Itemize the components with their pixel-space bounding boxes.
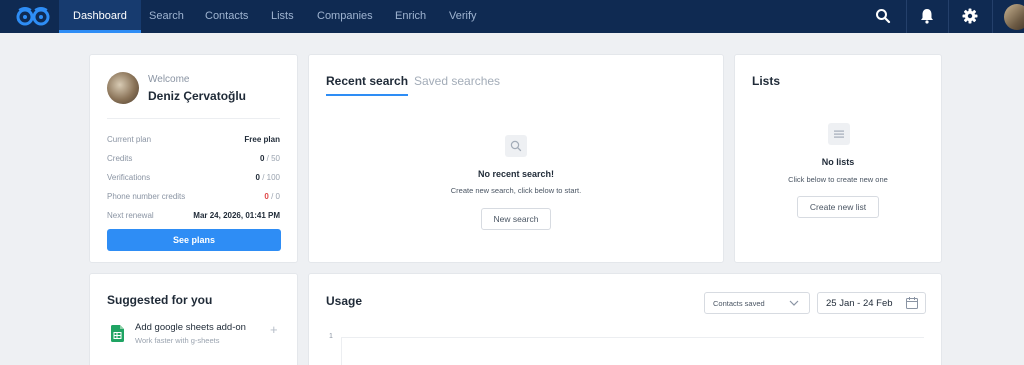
tab-saved-searches[interactable]: Saved searches	[414, 74, 500, 88]
search-icon	[505, 135, 527, 157]
nav-lists[interactable]: Lists	[271, 0, 294, 33]
empty-state-title: No lists	[821, 157, 855, 167]
bell-icon[interactable]	[918, 7, 936, 25]
usage-card: Usage Contacts saved 25 Jan - 24 Feb 1	[308, 273, 942, 365]
metric-dropdown[interactable]: Contacts saved	[704, 292, 810, 314]
stat-phone-credits: Phone number credits 0 / 0	[107, 192, 280, 204]
date-range-value: 25 Jan - 24 Feb	[826, 298, 893, 309]
new-search-button[interactable]: New search	[481, 208, 551, 230]
lists-card: Lists No lists Click below to create new…	[734, 54, 942, 263]
stat-value: 0 / 0	[264, 192, 280, 201]
welcome-label: Welcome	[148, 74, 190, 85]
tab-recent-search[interactable]: Recent search	[326, 74, 409, 96]
stat-value: 0 / 100	[256, 173, 280, 182]
stat-current-plan: Current plan Free plan	[107, 135, 280, 147]
date-range-picker[interactable]: 25 Jan - 24 Feb	[817, 292, 926, 314]
nav-enrich[interactable]: Enrich	[395, 0, 426, 33]
stat-verifications: Verifications 0 / 100	[107, 173, 280, 185]
divider	[107, 118, 280, 119]
suggestion-subtitle: Work faster with g-sheets	[135, 336, 220, 345]
recent-search-card: Recent search Saved searches No recent s…	[308, 54, 724, 263]
stat-label: Current plan	[107, 135, 152, 144]
user-name: Deniz Çervatoğlu	[148, 89, 247, 103]
user-avatar[interactable]	[1004, 4, 1024, 30]
stat-label: Phone number credits	[107, 192, 186, 201]
list-icon	[828, 123, 850, 145]
logo-icon[interactable]	[16, 6, 50, 27]
avatar	[107, 72, 139, 104]
stat-label: Verifications	[107, 173, 151, 182]
suggestion-title[interactable]: Add google sheets add-on	[135, 322, 246, 333]
nav-divider	[906, 0, 907, 33]
suggested-card: Suggested for you Add google sheets add-…	[89, 273, 298, 365]
chart-gridline	[341, 337, 924, 338]
dropdown-value: Contacts saved	[713, 299, 765, 308]
stat-label: Credits	[107, 154, 133, 163]
add-plus-icon[interactable]: +	[270, 323, 278, 336]
stat-label: Next renewal	[107, 211, 154, 220]
nav-verify[interactable]: Verify	[449, 0, 477, 33]
suggested-title: Suggested for you	[107, 293, 213, 307]
stat-total: / 50	[266, 154, 280, 163]
lists-title: Lists	[752, 74, 781, 88]
stat-value: Mar 24, 2026, 01:41 PM	[193, 211, 280, 220]
gear-icon[interactable]	[961, 7, 979, 25]
stat-used: 0	[255, 173, 260, 182]
chart-y-axis	[341, 337, 342, 365]
stat-next-renewal: Next renewal Mar 24, 2026, 01:41 PM	[107, 211, 280, 223]
stat-total: / 100	[262, 173, 280, 182]
chart-y-tick: 1	[329, 333, 333, 340]
search-icon[interactable]	[874, 7, 892, 25]
empty-state-title: No recent search!	[477, 169, 555, 179]
see-plans-button[interactable]: See plans	[107, 229, 281, 251]
stat-used: 0	[264, 192, 269, 201]
profile-card: Welcome Deniz Çervatoğlu Current plan Fr…	[89, 54, 298, 263]
nav-search[interactable]: Search	[149, 0, 184, 33]
stat-used: 0	[259, 154, 265, 163]
top-navbar: Dashboard Search Contacts Lists Companie…	[0, 0, 1024, 33]
nav-companies[interactable]: Companies	[317, 0, 373, 33]
nav-dashboard[interactable]: Dashboard	[59, 0, 141, 33]
nav-divider	[948, 0, 949, 33]
empty-state-subtitle: Create new search, click below to start.	[450, 186, 582, 195]
usage-title: Usage	[326, 294, 363, 308]
calendar-icon	[906, 297, 918, 309]
nav-contacts[interactable]: Contacts	[205, 0, 248, 33]
stat-credits: Credits 0 / 50	[107, 154, 280, 166]
nav-divider	[992, 0, 993, 33]
stat-value: 0 / 50	[260, 154, 280, 163]
empty-state-subtitle: Click below to create new one	[788, 175, 888, 184]
create-new-list-button[interactable]: Create new list	[797, 196, 879, 218]
stat-total: / 0	[271, 192, 280, 201]
google-sheets-icon	[111, 325, 124, 342]
chevron-down-icon	[789, 300, 799, 306]
stat-value: Free plan	[244, 135, 280, 144]
